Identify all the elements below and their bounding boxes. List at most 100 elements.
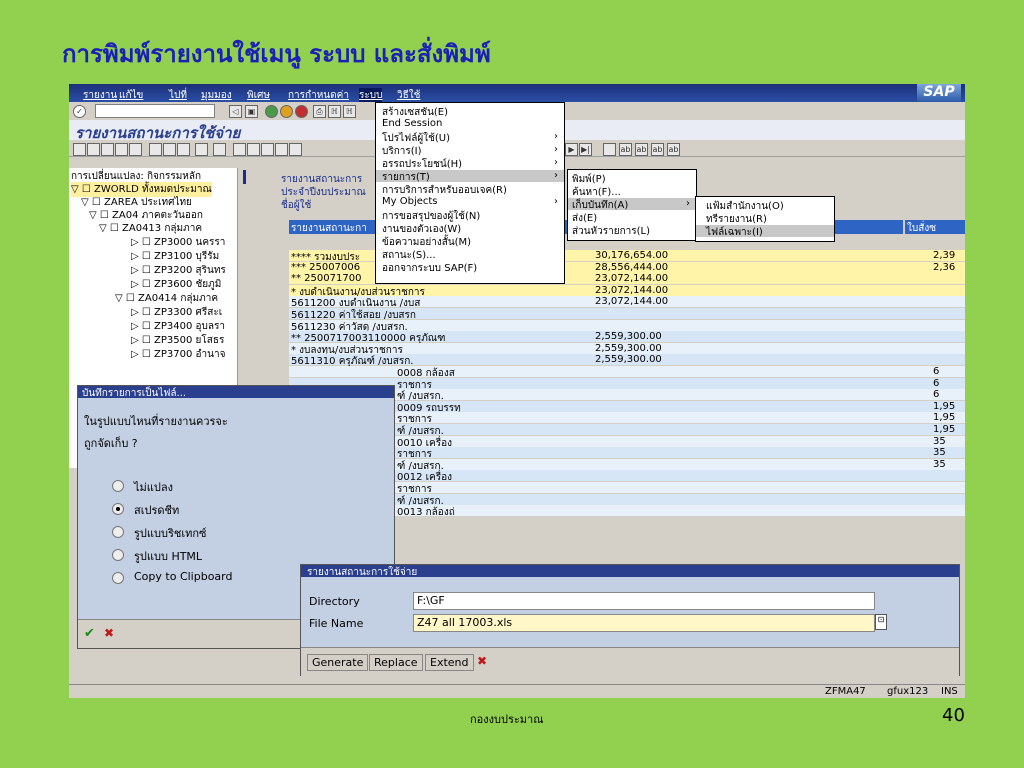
tree-node[interactable]: ▽ ☐ ZA0413 กลุ่มภาค xyxy=(99,221,202,236)
table-icon[interactable] xyxy=(213,143,226,156)
row-po-amount: 6 xyxy=(933,377,940,389)
expand-icon[interactable] xyxy=(87,143,100,156)
tree-node[interactable]: ▷ ☐ ZP3200 สุรินทร xyxy=(131,263,226,278)
format-option-label: ไม่แปลง xyxy=(134,481,173,494)
status-bar: ZFMA47 gfux123 INS xyxy=(69,684,965,698)
last-page-icon[interactable]: ▶| xyxy=(579,143,592,156)
row-label: 0013 กล้องถ่ xyxy=(397,507,455,519)
menu-item-end-session[interactable]: End Session xyxy=(382,118,442,129)
menu-settings[interactable]: การกำหนดค่า xyxy=(288,88,349,103)
tree-node[interactable]: ▷ ☐ ZP3300 ศรีสะเ xyxy=(131,305,222,320)
sum-icon[interactable] xyxy=(233,143,246,156)
menu-extras[interactable]: พิเศษ xyxy=(247,88,270,103)
row-po-amount: 2,39 xyxy=(933,250,956,261)
table-row[interactable]: 0008 กล้องส 6 xyxy=(289,366,965,379)
table-row[interactable]: 5611200 งบดำเนินงาน /งบส 23,072,144.00 xyxy=(289,296,965,309)
export-icon[interactable] xyxy=(603,143,616,156)
format-radio-button[interactable] xyxy=(112,526,124,538)
sort-asc-icon[interactable] xyxy=(247,143,260,156)
menu-bar: รายงาน แก้ไข ไปที่ มุมมอง พิเศษ การกำหนด… xyxy=(69,84,965,103)
directory-label: Directory xyxy=(309,595,360,608)
menu-goto[interactable]: ไปที่ xyxy=(169,88,187,103)
menu-view[interactable]: มุมมอง xyxy=(201,88,232,103)
format-radio-button[interactable] xyxy=(112,572,124,584)
check-icon[interactable]: ✔ xyxy=(84,626,95,641)
save-icon[interactable]: ▣ xyxy=(245,105,258,118)
row-label: *** 25007006 xyxy=(291,261,361,273)
extend-button[interactable]: Extend xyxy=(425,654,474,671)
table-row[interactable]: 5611310 ครุภัณฑ์ /งบสรก. 2,559,300.00 xyxy=(289,354,965,367)
layout-icon[interactable] xyxy=(115,143,128,156)
next-page-icon[interactable]: ▶ xyxy=(565,143,578,156)
directory-field[interactable]: F:\GF xyxy=(413,592,875,610)
dialog-question: ในรูปแบบไหนที่รายงานควรจะ xyxy=(84,415,228,428)
format-radio-button[interactable] xyxy=(112,503,124,515)
menu-item-logoff[interactable]: ออกจากระบบ SAP(F) xyxy=(382,261,477,276)
row-label: ราชการ xyxy=(397,414,432,426)
abc3-icon[interactable]: ab xyxy=(651,143,664,156)
tree-node[interactable]: ▷ ☐ ZP3600 ชัยภูมิ xyxy=(131,277,221,292)
table-row[interactable]: * งบดำเนินงาน/งบส่วนราชการ 23,072,144.00 xyxy=(289,284,965,298)
save-submenu: แฟ้มสำนักงาน(O) ทรีรายงาน(R) ไฟล์เฉพาะ(I… xyxy=(695,196,835,242)
exit-icon[interactable] xyxy=(280,105,293,118)
submenu-arrow-icon: › xyxy=(554,131,558,142)
value-help-icon[interactable]: ⊡ xyxy=(875,614,887,630)
sort-desc-icon[interactable] xyxy=(261,143,274,156)
sort-icon[interactable] xyxy=(195,143,208,156)
format-option-label: สเปรดชีท xyxy=(134,504,180,517)
tree-node[interactable]: ▷ ☐ ZP3500 ยโสธร xyxy=(131,333,224,348)
row-label: 5611220 ค่าใช้สอย /งบสรก xyxy=(291,310,416,321)
menu-item-list-header[interactable]: ส่วนหัวรายการ(L) xyxy=(572,224,650,239)
table-row[interactable]: * งบลงทุน/งบส่วนราชการ 2,559,300.00 xyxy=(289,342,965,356)
green-back-icon[interactable] xyxy=(265,105,278,118)
menu-system[interactable]: ระบบ xyxy=(359,88,383,103)
abc-icon[interactable]: ab xyxy=(619,143,632,156)
table-row[interactable]: ** 2500717003110000 ครุภัณฑ 2,559,300.00 xyxy=(289,331,965,344)
enter-icon[interactable]: ✓ xyxy=(73,105,86,118)
chart-icon[interactable] xyxy=(163,143,176,156)
tree-node[interactable]: ▷ ☐ ZP3000 นครรา xyxy=(131,235,225,250)
row-label: ฑ์ /งบสรก. xyxy=(397,426,444,437)
row-po-amount: 6 xyxy=(933,366,940,377)
submenu-arrow-icon: › xyxy=(554,157,558,168)
abc4-icon[interactable]: ab xyxy=(667,143,680,156)
grid-icon[interactable] xyxy=(129,143,142,156)
filename-field[interactable]: Z47 all 17003.xls xyxy=(413,614,875,632)
system-menu: สร้างเซสชัน(E) End Session โปรไฟล์ผู้ใช้… xyxy=(375,102,565,284)
table-row[interactable]: 5611230 ค่าวัสดุ /งบสรก. xyxy=(289,319,965,333)
abc2-icon[interactable]: ab xyxy=(635,143,648,156)
replace-button[interactable]: Replace xyxy=(369,654,423,671)
col-header-text: ใบสั่งซ xyxy=(907,223,937,234)
format-radio-button[interactable] xyxy=(112,549,124,561)
splitter-marker xyxy=(243,170,246,184)
detail-icon[interactable] xyxy=(275,143,288,156)
hierarchy-icon[interactable] xyxy=(73,143,86,156)
cancel-icon[interactable]: ✖ xyxy=(104,626,114,640)
table-row[interactable]: 5611220 ค่าใช้สอย /งบสรก xyxy=(289,308,965,321)
find-next-icon[interactable]: ℍ xyxy=(343,105,356,118)
menu-item-my-objects[interactable]: My Objects xyxy=(382,196,438,207)
copy-icon[interactable] xyxy=(149,143,162,156)
generate-button[interactable]: Generate xyxy=(307,654,369,671)
tree-node[interactable]: ▽ ☐ ZA0414 กลุ่มภาค xyxy=(115,291,218,306)
command-field[interactable] xyxy=(95,104,215,118)
slide-title: การพิมพ์รายงานใช้เมนู ระบบ และสั่งพิมพ์ xyxy=(62,40,491,68)
cancel-icon[interactable]: ✖ xyxy=(477,654,487,668)
tree-node[interactable]: ▷ ☐ ZP3100 บุรีรัม xyxy=(131,249,219,264)
menu-edit[interactable]: แก้ไข xyxy=(119,88,143,103)
menu-help[interactable]: วิธีใช้ xyxy=(397,88,420,103)
format-radio-button[interactable] xyxy=(112,480,124,492)
print-preview-icon[interactable] xyxy=(289,143,302,156)
collapse-icon[interactable] xyxy=(101,143,114,156)
cancel-icon[interactable] xyxy=(295,105,308,118)
tree-node[interactable]: ▷ ☐ ZP3700 อำนาจ xyxy=(131,347,225,362)
format-option-label: รูปแบบริชเทกซ์ xyxy=(134,527,207,540)
row-amount: 23,072,144.00 xyxy=(595,273,669,285)
tree-node[interactable]: ▷ ☐ ZP3400 อุบลรา xyxy=(131,319,225,334)
find-icon[interactable]: ℍ xyxy=(328,105,341,118)
back-icon[interactable]: ◁ xyxy=(229,105,242,118)
menu-report[interactable]: รายงาน xyxy=(83,88,117,103)
filter-icon[interactable] xyxy=(177,143,190,156)
menu-item-local-file[interactable]: ไฟล์เฉพาะ(I) xyxy=(706,225,763,240)
print-icon[interactable]: ⎙ xyxy=(313,105,326,118)
